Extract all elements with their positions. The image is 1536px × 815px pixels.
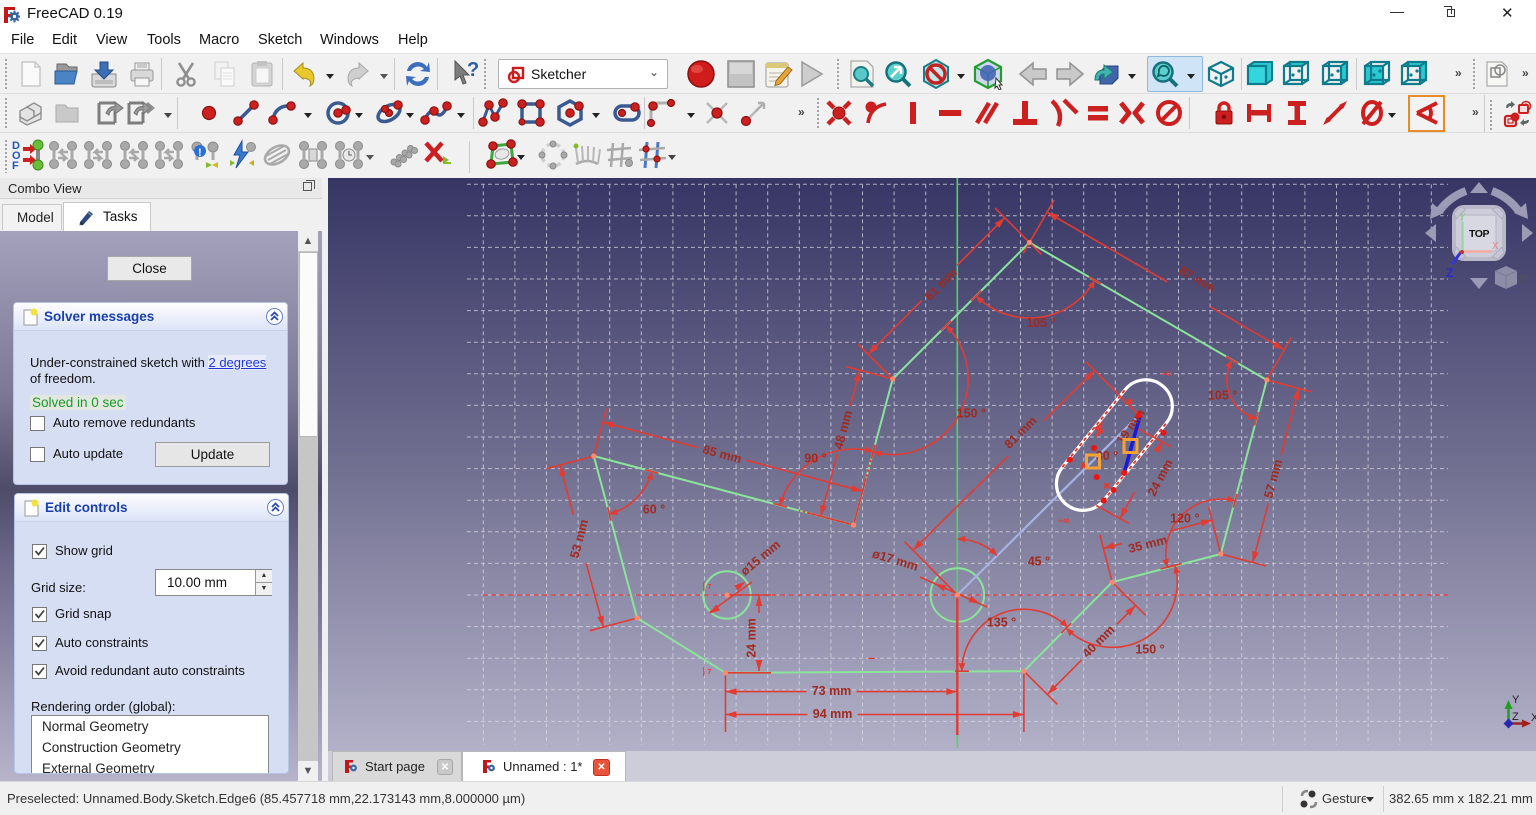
svg-text:Z: Z [1512,711,1519,723]
svg-text:!: ! [198,147,202,159]
svg-text:60 °: 60 ° [643,502,665,516]
svg-text:Z: Z [1446,266,1453,280]
svg-text:150 °: 150 ° [1135,643,1164,657]
svg-text:90 °: 90 ° [804,451,826,465]
svg-text:≡40: ≡40 [1161,369,1173,378]
svg-text:85 mm: 85 mm [701,442,743,466]
svg-text:❘7: ❘7 [700,666,712,677]
svg-text:94 mm: 94 mm [813,707,853,721]
svg-text:105 °: 105 ° [1026,316,1055,330]
svg-text:57 mm: 57 mm [1261,458,1285,500]
svg-text:48 mm: 48 mm [831,409,855,451]
svg-text:≡40: ≡40 [1058,516,1070,525]
svg-text:X: X [1531,712,1536,724]
svg-text:150 °: 150 ° [957,406,986,420]
svg-text:TOP: TOP [1469,228,1489,240]
svg-text:Y: Y [1459,212,1466,223]
svg-text:45 °: 45 ° [1028,554,1050,568]
svg-text:✖: ✖ [1103,481,1111,491]
svg-text:X: X [1492,241,1499,252]
svg-text:❘7: ❘7 [700,581,712,592]
svg-text:135 °: 135 ° [987,615,1016,629]
svg-text:ø15 mm: ø15 mm [738,537,783,578]
svg-text:105 °: 105 ° [1208,388,1237,402]
svg-text:✖: ✖ [1126,397,1134,407]
svg-text:53 mm: 53 mm [567,518,591,560]
svg-text:F: F [12,160,19,172]
svg-text:?: ? [467,59,479,81]
svg-text:24 mm: 24 mm [1145,457,1176,499]
svg-text:73 mm: 73 mm [812,684,852,698]
svg-text:24 mm: 24 mm [745,618,759,658]
svg-text:35 mm: 35 mm [1127,533,1169,556]
svg-text:61 mm: 61 mm [922,266,960,304]
svg-text:Y: Y [1512,694,1520,706]
svg-text:–: – [868,650,875,665]
svg-text:120 °: 120 ° [1170,512,1199,526]
